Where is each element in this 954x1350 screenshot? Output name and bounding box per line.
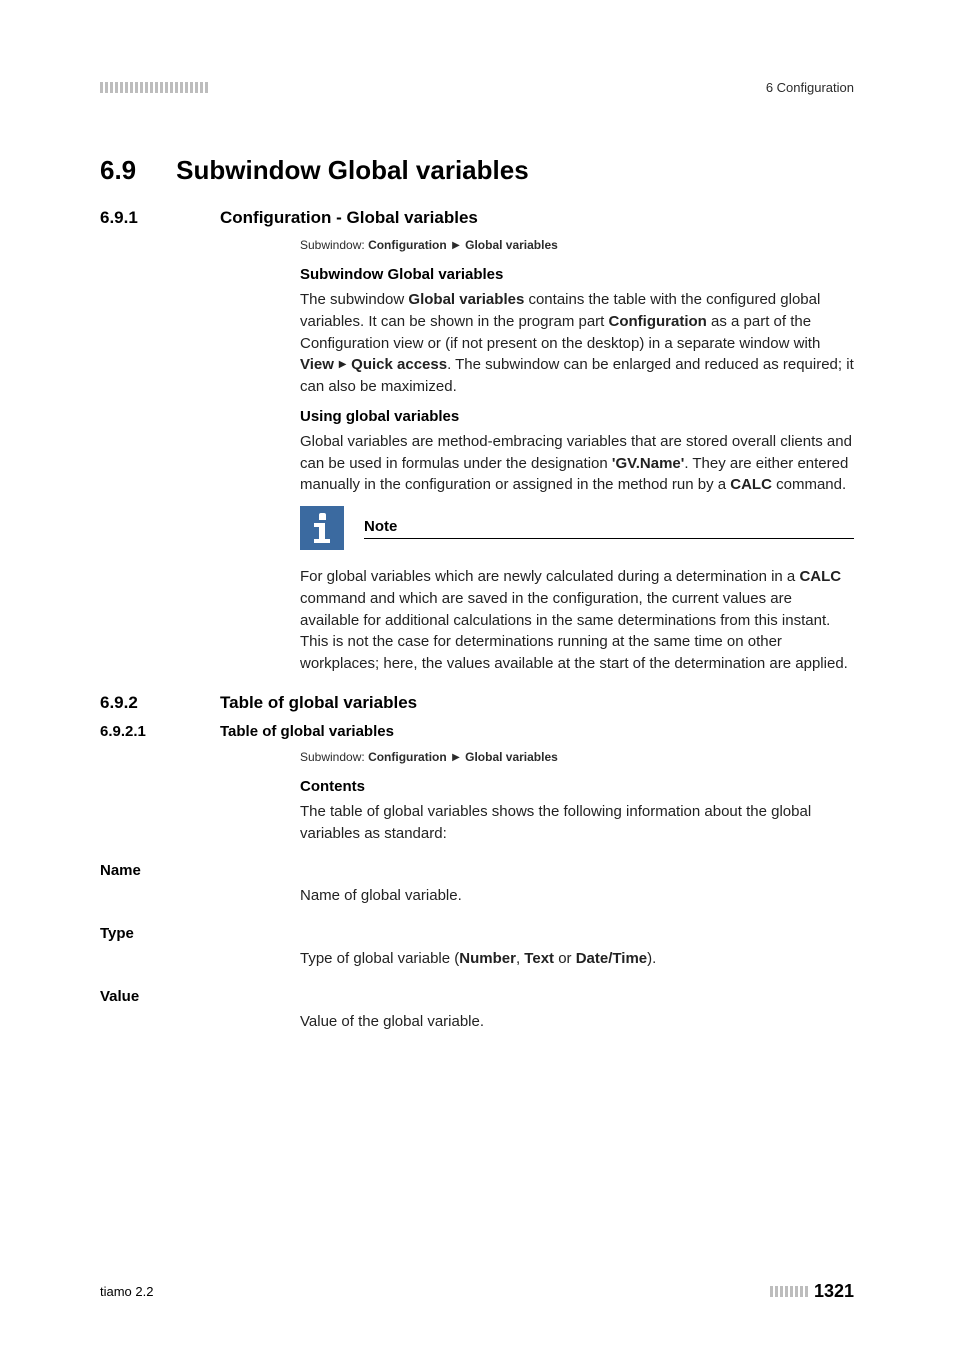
- paragraph: Global variables are method-embracing va…: [300, 431, 854, 496]
- heading-6-9-2-num: 6.9.2: [100, 693, 180, 713]
- heading-6-9-2-title: Table of global variables: [220, 693, 417, 713]
- page-footer: tiamo 2.2 1321: [100, 1281, 854, 1302]
- footer-page: 1321: [770, 1281, 854, 1302]
- field-desc: Type of global variable (Number, Text or…: [300, 948, 854, 970]
- field-desc: Name of global variable.: [300, 885, 854, 907]
- field-label: Value: [100, 988, 854, 1005]
- heading-6-9-2-1-num: 6.9.2.1: [100, 723, 190, 740]
- breadcrumb-label: Subwindow:: [300, 750, 365, 764]
- field-row-value: Value Value of the global variable.: [100, 988, 854, 1033]
- heading-6-9-2-1: 6.9.2.1 Table of global variables: [100, 723, 854, 740]
- note-body: For global variables which are newly cal…: [300, 566, 854, 675]
- header-ornament: [100, 82, 208, 93]
- text: command.: [772, 476, 846, 493]
- field-row-name: Name Name of global variable.: [100, 862, 854, 907]
- breadcrumb-separator-icon: ▶: [452, 240, 460, 251]
- text-bold: Date/Time: [576, 950, 647, 967]
- breadcrumb-label: Subwindow:: [300, 238, 365, 252]
- text-bold: 'GV.Name': [612, 455, 684, 472]
- heading-6-9-2-1-title: Table of global variables: [220, 723, 394, 740]
- text: ).: [647, 950, 656, 967]
- field-desc: Value of the global variable.: [300, 1011, 854, 1033]
- text: or: [554, 950, 576, 967]
- footer-left: tiamo 2.2: [100, 1284, 153, 1299]
- field-label: Name: [100, 862, 854, 879]
- text: For global variables which are newly cal…: [300, 568, 799, 585]
- breadcrumb-item: Global variables: [465, 750, 558, 764]
- note-title: Note: [364, 518, 854, 539]
- text-bold: CALC: [730, 476, 772, 493]
- heading-6-9-1: 6.9.1 Configuration - Global variables: [100, 208, 854, 228]
- paragraph: The subwindow Global variables contains …: [300, 289, 854, 398]
- text-bold: Global variables: [408, 291, 524, 308]
- heading-6-9-num: 6.9: [100, 155, 136, 186]
- header-chapter: 6 Configuration: [766, 80, 854, 95]
- breadcrumb-item: Global variables: [465, 238, 558, 252]
- breadcrumb-691: Subwindow: Configuration ▶ Global variab…: [300, 238, 854, 252]
- breadcrumb-6921: Subwindow: Configuration ▶ Global variab…: [300, 750, 854, 764]
- breadcrumb-item: Configuration: [368, 238, 447, 252]
- text-bold: Number: [459, 950, 516, 967]
- info-icon: [300, 506, 344, 550]
- text: Type of global variable (: [300, 950, 459, 967]
- note-block: Note For global variables which are newl…: [300, 506, 854, 675]
- subheading-using: Using global variables: [300, 408, 854, 425]
- heading-6-9: 6.9 Subwindow Global variables: [100, 155, 854, 186]
- text: The subwindow: [300, 291, 408, 308]
- text: command and which are saved in the confi…: [300, 590, 848, 672]
- page-number: 1321: [814, 1281, 854, 1302]
- triangle-separator-icon: ▶: [336, 359, 349, 370]
- heading-6-9-title: Subwindow Global variables: [176, 155, 529, 186]
- page-header: 6 Configuration: [100, 80, 854, 95]
- heading-6-9-1-title: Configuration - Global variables: [220, 208, 478, 228]
- text-bold: Configuration: [609, 313, 707, 330]
- paragraph: The table of global variables shows the …: [300, 801, 854, 845]
- heading-6-9-1-num: 6.9.1: [100, 208, 180, 228]
- footer-ornament: [770, 1286, 808, 1297]
- text-bold: View: [300, 356, 334, 373]
- text-bold: Text: [524, 950, 554, 967]
- subheading-subwindow: Subwindow Global variables: [300, 266, 854, 283]
- breadcrumb-separator-icon: ▶: [452, 752, 460, 763]
- field-label: Type: [100, 925, 854, 942]
- field-row-type: Type Type of global variable (Number, Te…: [100, 925, 854, 970]
- breadcrumb-item: Configuration: [368, 750, 447, 764]
- text-bold: Quick access: [351, 356, 447, 373]
- subheading-contents: Contents: [300, 778, 854, 795]
- heading-6-9-2: 6.9.2 Table of global variables: [100, 693, 854, 713]
- text-bold: CALC: [799, 568, 841, 585]
